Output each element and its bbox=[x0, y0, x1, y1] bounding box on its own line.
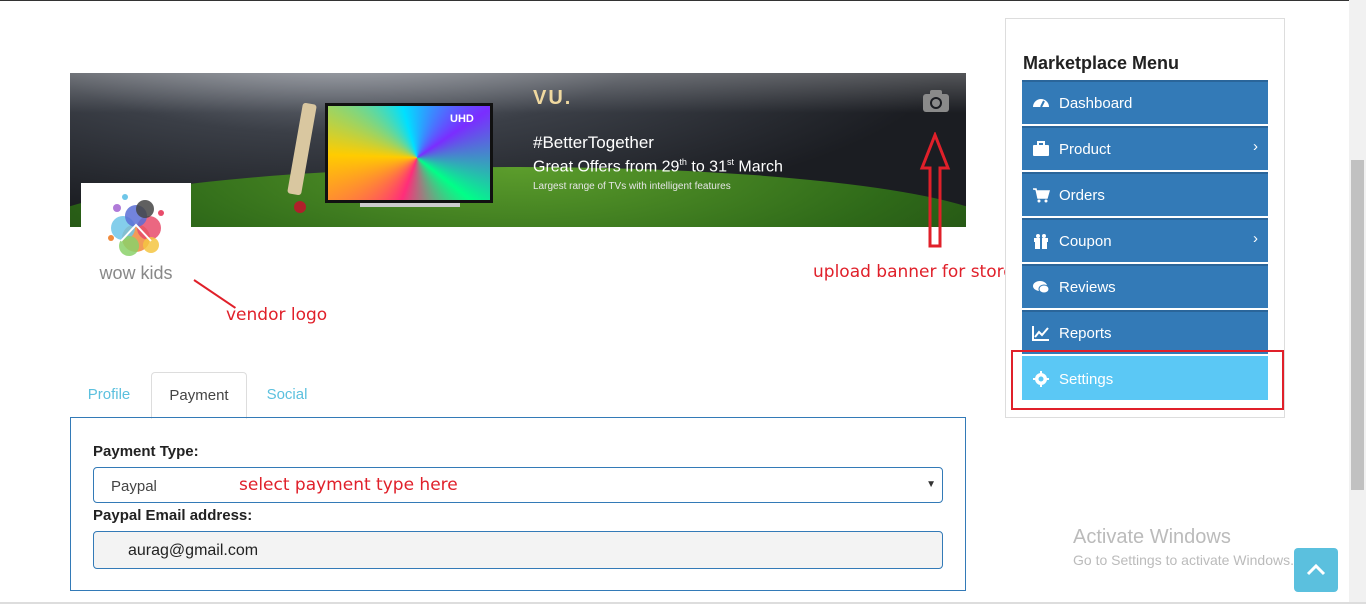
paypal-email-label: Paypal Email address: bbox=[93, 507, 253, 524]
sidebar-item-label: Reports bbox=[1059, 325, 1112, 342]
sidebar-item-reports[interactable]: Reports bbox=[1022, 310, 1268, 354]
annotation-settings-highlight bbox=[1011, 350, 1284, 410]
payment-type-value: Paypal bbox=[111, 478, 157, 495]
cricket-ball-image bbox=[294, 201, 306, 213]
banner-tagline: Largest range of TVs with intelligent fe… bbox=[533, 181, 731, 192]
chart-line-icon bbox=[1032, 326, 1049, 341]
paypal-email-input[interactable]: aurag@gmail.com bbox=[93, 531, 943, 569]
sidebar-item-reviews[interactable]: Reviews bbox=[1022, 264, 1268, 308]
annotation-arrow-up bbox=[919, 130, 951, 255]
camera-icon[interactable] bbox=[922, 89, 950, 113]
brand-logo: VU. bbox=[533, 87, 573, 109]
vendor-logo-text: wow kids bbox=[99, 263, 173, 283]
sidebar-item-coupon[interactable]: Coupon › bbox=[1022, 218, 1268, 262]
sidebar-item-orders[interactable]: Orders bbox=[1022, 172, 1268, 216]
chevron-right-icon: › bbox=[1253, 230, 1258, 247]
comments-icon bbox=[1033, 281, 1050, 294]
paypal-email-value: aurag@gmail.com bbox=[128, 542, 259, 559]
sidebar-item-dashboard[interactable]: Dashboard bbox=[1022, 80, 1268, 124]
store-banner: UHD VU. #BetterTogether Great Offers fro… bbox=[70, 73, 966, 227]
top-border bbox=[0, 0, 1366, 1]
payment-type-select[interactable]: Paypal ▼ bbox=[93, 467, 943, 503]
annotation-vendor-logo: vendor logo bbox=[226, 305, 328, 325]
sidebar-item-label: Coupon bbox=[1059, 233, 1112, 250]
tv-stand-image bbox=[360, 203, 460, 207]
briefcase-icon bbox=[1033, 141, 1049, 156]
chevron-right-icon: › bbox=[1253, 138, 1258, 155]
tab-social[interactable]: Social bbox=[250, 372, 324, 417]
sidebar-item-label: Product bbox=[1059, 141, 1111, 158]
vendor-logo-graphic bbox=[108, 194, 164, 256]
tab-profile[interactable]: Profile bbox=[70, 372, 148, 417]
windows-activation-subtitle: Go to Settings to activate Windows. bbox=[1073, 552, 1294, 568]
caret-down-icon: ▼ bbox=[926, 479, 936, 490]
annotation-payment-type: select payment type here bbox=[239, 475, 458, 495]
sidebar-item-label: Orders bbox=[1059, 187, 1105, 204]
gift-icon bbox=[1034, 234, 1048, 249]
payment-panel: Payment Type: Paypal ▼ Paypal Email addr… bbox=[70, 417, 966, 591]
marketplace-menu-title: Marketplace Menu bbox=[1023, 53, 1180, 73]
banner-field bbox=[70, 167, 966, 227]
cart-icon bbox=[1033, 188, 1050, 203]
scroll-to-top-button[interactable] bbox=[1294, 548, 1338, 592]
tab-payment[interactable]: Payment bbox=[151, 372, 247, 419]
uhd-badge: UHD bbox=[450, 113, 474, 125]
payment-type-label: Payment Type: bbox=[93, 443, 199, 460]
banner-stadium-lights bbox=[70, 73, 966, 113]
banner-offer: Great Offers from 29th to 31st March bbox=[533, 157, 783, 176]
banner-headline: #BetterTogether bbox=[533, 133, 654, 152]
sidebar-item-label: Reviews bbox=[1059, 279, 1116, 296]
scrollbar-thumb[interactable] bbox=[1351, 160, 1364, 490]
windows-activation-title: Activate Windows bbox=[1073, 526, 1231, 548]
sidebar-item-product[interactable]: Product › bbox=[1022, 126, 1268, 170]
dashboard-icon bbox=[1033, 99, 1049, 108]
annotation-upload-banner: upload banner for store bbox=[813, 262, 1014, 282]
vendor-logo[interactable]: wow kids bbox=[81, 183, 191, 293]
sidebar-item-label: Dashboard bbox=[1059, 95, 1133, 112]
chevron-up-icon bbox=[1306, 563, 1326, 576]
